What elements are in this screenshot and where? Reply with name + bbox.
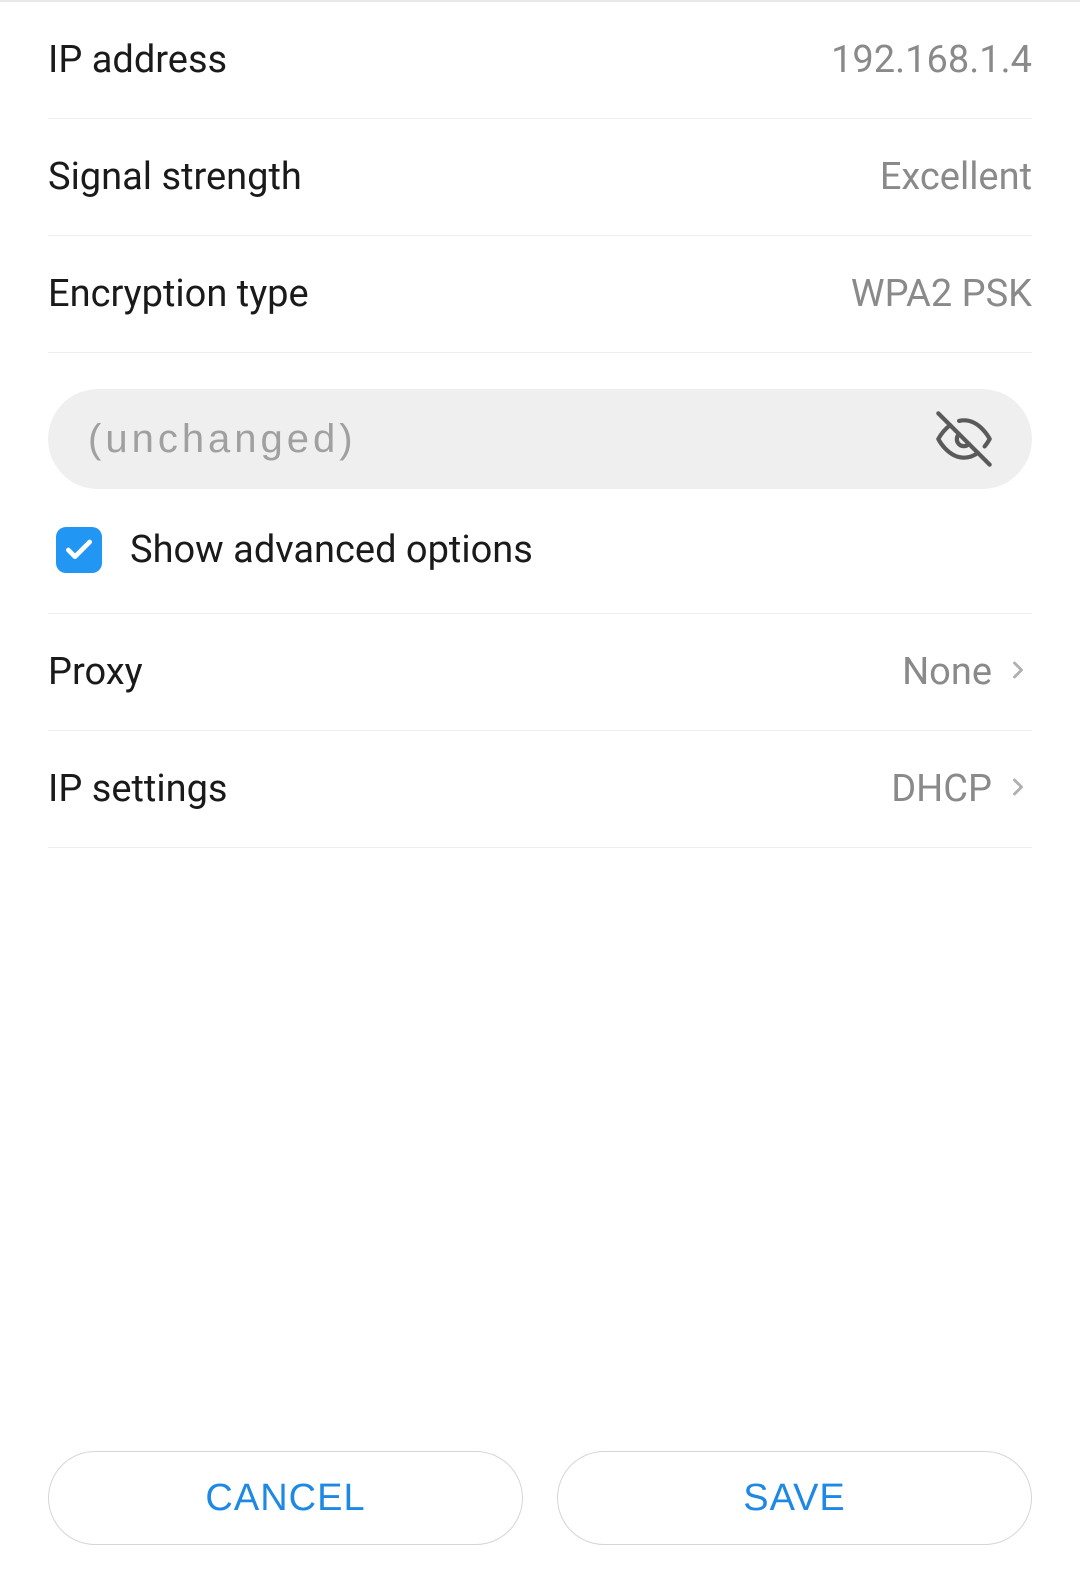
encryption-type-value: WPA2 PSK: [851, 272, 1032, 316]
ip-address-row: IP address 192.168.1.4: [48, 2, 1032, 119]
chevron-right-icon: [1004, 773, 1032, 805]
ip-settings-row[interactable]: IP settings DHCP: [48, 731, 1032, 848]
password-input[interactable]: [88, 417, 936, 462]
encryption-type-row: Encryption type WPA2 PSK: [48, 236, 1032, 353]
button-bar: CANCEL SAVE: [0, 1451, 1080, 1545]
show-advanced-label: Show advanced options: [130, 528, 533, 572]
show-advanced-row[interactable]: Show advanced options: [48, 489, 1032, 614]
save-button[interactable]: SAVE: [557, 1451, 1032, 1545]
ip-settings-label: IP settings: [48, 767, 228, 811]
chevron-right-icon: [1004, 656, 1032, 688]
ip-address-label: IP address: [48, 38, 227, 82]
eye-off-icon[interactable]: [936, 411, 992, 467]
encryption-type-label: Encryption type: [48, 272, 309, 316]
proxy-label: Proxy: [48, 650, 143, 694]
ip-settings-value: DHCP: [891, 767, 992, 811]
password-field-container[interactable]: [48, 389, 1032, 489]
signal-strength-label: Signal strength: [48, 155, 302, 199]
proxy-row[interactable]: Proxy None: [48, 614, 1032, 731]
signal-strength-row: Signal strength Excellent: [48, 119, 1032, 236]
show-advanced-checkbox[interactable]: [56, 527, 102, 573]
proxy-value: None: [902, 650, 992, 694]
signal-strength-value: Excellent: [880, 155, 1032, 199]
cancel-button[interactable]: CANCEL: [48, 1451, 523, 1545]
ip-address-value: 192.168.1.4: [831, 38, 1032, 82]
